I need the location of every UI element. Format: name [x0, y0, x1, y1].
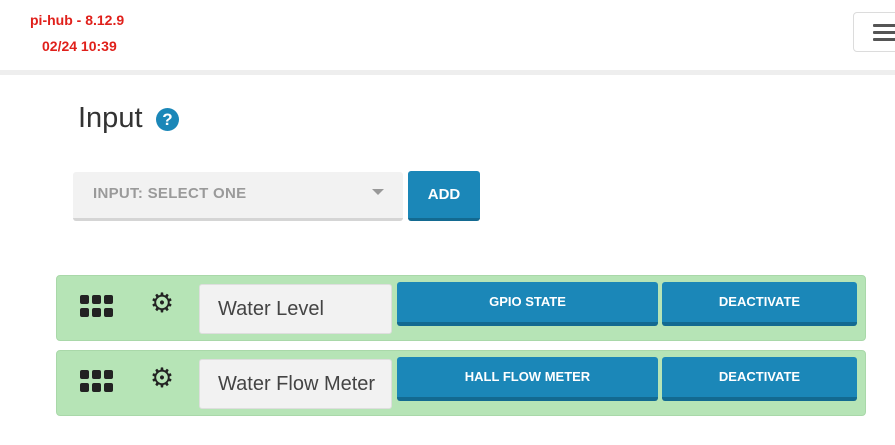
deactivate-button[interactable]: DEACTIVATE	[662, 282, 857, 326]
header-divider	[0, 70, 895, 75]
drag-handle-icon[interactable]	[80, 295, 115, 321]
deactivate-button[interactable]: DEACTIVATE	[662, 357, 857, 401]
input-row: ⚙ Water Level GPIO STATE DEACTIVATE	[56, 275, 866, 341]
question-circle-icon[interactable]: ?	[156, 108, 179, 131]
input-type-button[interactable]: GPIO STATE	[397, 282, 658, 326]
drag-handle-icon[interactable]	[80, 370, 115, 396]
input-type-select-value: INPUT: SELECT ONE	[93, 185, 247, 202]
gear-icon[interactable]: ⚙	[148, 289, 176, 317]
input-name-field[interactable]: Water Flow Meter	[199, 359, 392, 409]
menu-toggle-button[interactable]	[853, 12, 895, 52]
caret-down-icon	[372, 189, 384, 195]
page-title: Input	[78, 102, 143, 134]
input-type-select[interactable]: INPUT: SELECT ONE	[73, 172, 403, 221]
input-name-field[interactable]: Water Level	[199, 284, 392, 334]
input-type-button[interactable]: HALL FLOW METER	[397, 357, 658, 401]
gear-icon[interactable]: ⚙	[148, 364, 176, 392]
brand-version[interactable]: pi-hub - 8.12.9	[30, 11, 124, 29]
header: pi-hub - 8.12.9 02/24 10:39	[0, 0, 895, 70]
input-row: ⚙ Water Flow Meter HALL FLOW METER DEACT…	[56, 350, 866, 416]
header-datetime: 02/24 10:39	[42, 38, 117, 54]
add-input-button[interactable]: ADD	[408, 171, 480, 221]
hamburger-icon	[873, 24, 895, 42]
